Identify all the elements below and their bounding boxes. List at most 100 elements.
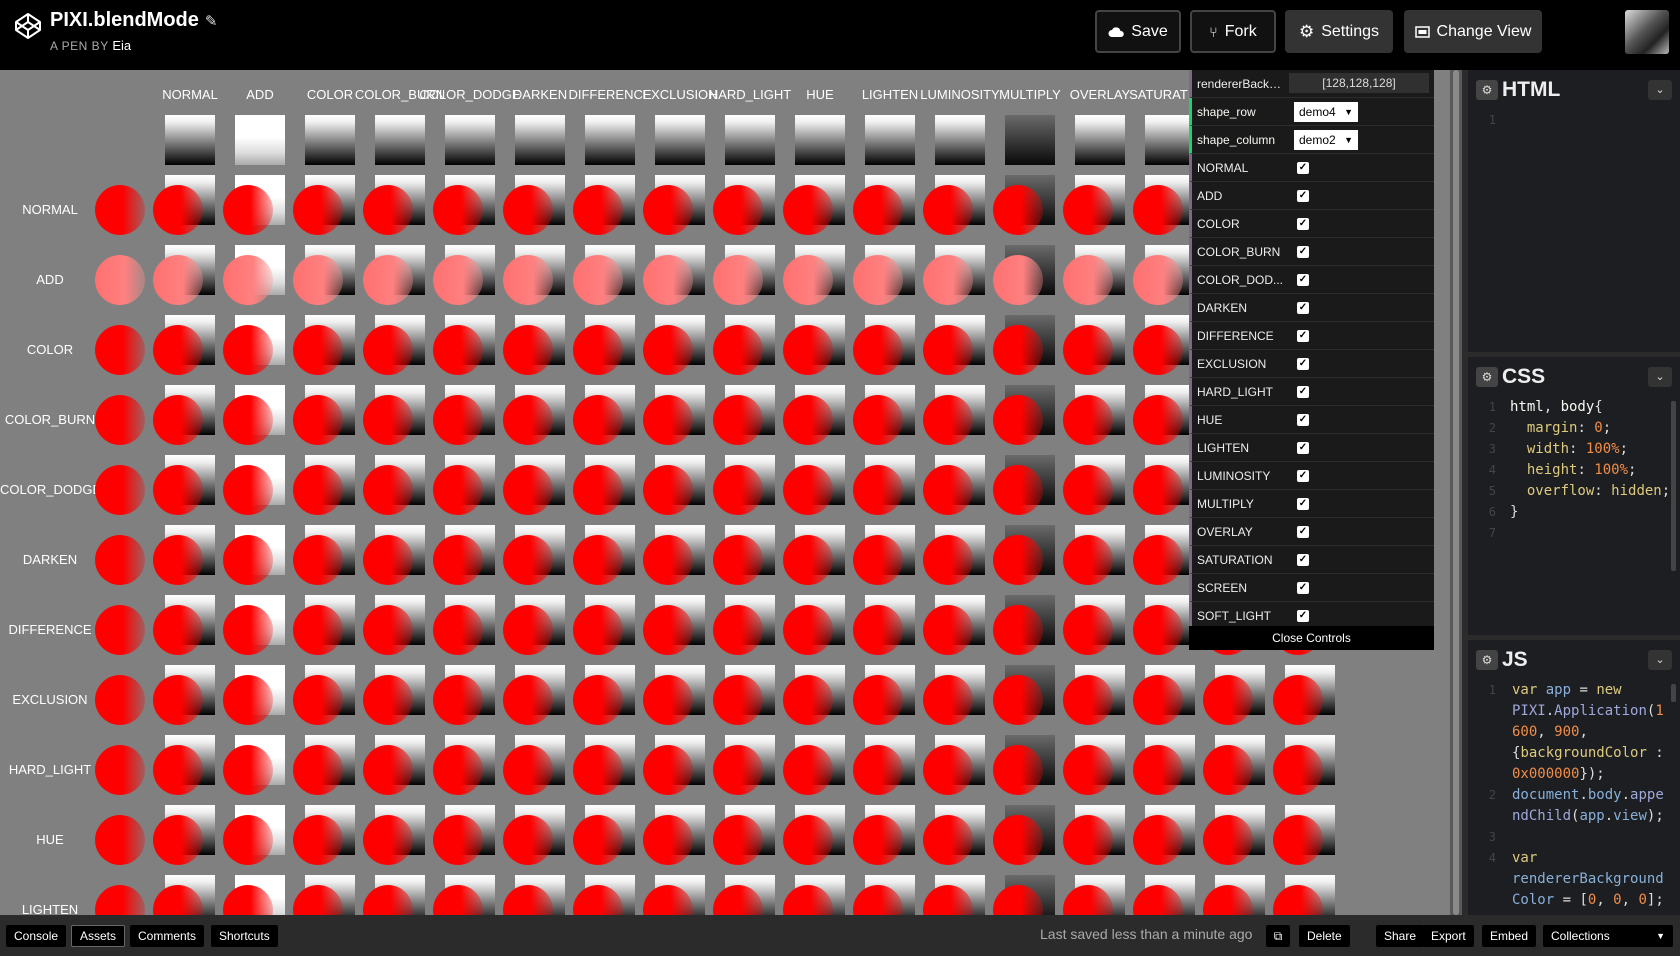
blend-cell-disc [293, 465, 343, 515]
checkbox-checked-icon[interactable]: ✓ [1297, 414, 1309, 426]
blend-cell-disc [293, 395, 343, 445]
red-disc-sample [95, 675, 145, 725]
js-editor-title: JS [1502, 648, 1528, 671]
save-button[interactable]: Save [1095, 10, 1181, 53]
blend-cell-disc [433, 605, 483, 655]
blend-cell-disc [363, 465, 413, 515]
embed-button[interactable]: Embed [1482, 925, 1537, 947]
checkbox-checked-icon[interactable]: ✓ [1297, 162, 1309, 174]
checkbox-checked-icon[interactable]: ✓ [1297, 246, 1309, 258]
checkbox-checked-icon[interactable]: ✓ [1297, 274, 1309, 286]
blend-cell-disc [223, 605, 273, 655]
checkbox-checked-icon[interactable]: ✓ [1297, 582, 1309, 594]
checkbox-checked-icon[interactable]: ✓ [1297, 302, 1309, 314]
blend-cell-disc [293, 605, 343, 655]
external-link-icon[interactable]: ⧉ [1266, 925, 1290, 947]
collections-label: Collections [1551, 929, 1610, 943]
blend-cell-disc [223, 815, 273, 865]
blend-cell-disc [573, 465, 623, 515]
checkbox-checked-icon[interactable]: ✓ [1297, 358, 1309, 370]
change-view-button[interactable]: Change View [1404, 10, 1542, 53]
layout-icon [1414, 25, 1430, 38]
close-controls-button[interactable]: Close Controls [1189, 626, 1434, 650]
blend-cell-disc [1063, 815, 1113, 865]
delete-button[interactable]: Delete [1299, 925, 1350, 947]
user-avatar[interactable] [1625, 10, 1669, 54]
blend-cell-disc [713, 395, 763, 445]
blend-cell-disc [1133, 325, 1183, 375]
row-header: COLOR_BURN [4, 412, 96, 427]
blend-toggle-label: COLOR_DOD... [1197, 273, 1284, 287]
checkbox-checked-icon[interactable]: ✓ [1297, 442, 1309, 454]
blend-toggle-label: SATURATION [1197, 553, 1273, 567]
blend-cell-disc [223, 395, 273, 445]
gradient-sample [865, 115, 915, 165]
pencil-icon[interactable]: ✎ [205, 13, 218, 30]
blend-cell-disc [853, 745, 903, 795]
css-scrollbar[interactable] [1671, 401, 1676, 571]
blend-cell-disc [363, 815, 413, 865]
author-link[interactable]: Eia [112, 38, 131, 53]
html-settings-gear-icon[interactable]: ⚙ [1476, 80, 1498, 100]
blend-cell-disc [153, 465, 203, 515]
blend-cell-disc [993, 745, 1043, 795]
blend-cell-disc [573, 815, 623, 865]
shape-column-select[interactable]: demo2 [1294, 130, 1358, 150]
settings-label: Settings [1321, 22, 1380, 40]
collections-button[interactable]: Collections ▼ [1543, 925, 1673, 947]
settings-button[interactable]: ⚙ Settings [1285, 10, 1393, 53]
css-chevron-down-icon[interactable]: ⌄ [1648, 367, 1672, 387]
export-button[interactable]: Export [1423, 925, 1474, 947]
blend-cell-disc [1063, 465, 1113, 515]
checkbox-checked-icon[interactable]: ✓ [1297, 330, 1309, 342]
blend-cell-disc [1133, 535, 1183, 585]
blend-cell-disc [363, 325, 413, 375]
renderer-background-input[interactable]: [128,128,128] [1289, 73, 1429, 93]
js-scrollbar[interactable] [1671, 684, 1676, 702]
checkbox-checked-icon[interactable]: ✓ [1297, 386, 1309, 398]
blend-toggle-row: DIFFERENCE ✓ [1189, 322, 1434, 350]
html-editor-title: HTML [1502, 78, 1561, 101]
row-header: HARD_LIGHT [8, 762, 92, 777]
checkbox-checked-icon[interactable]: ✓ [1297, 610, 1309, 622]
row-header: HUE [36, 832, 64, 847]
blend-cell-disc [713, 745, 763, 795]
row-header: DARKEN [22, 552, 78, 567]
blend-toggle-row: LUMINOSITY ✓ [1189, 462, 1434, 490]
checkbox-checked-icon[interactable]: ✓ [1297, 470, 1309, 482]
shortcuts-button[interactable]: Shortcuts [211, 925, 278, 947]
checkbox-checked-icon[interactable]: ✓ [1297, 526, 1309, 538]
blend-cell-disc [433, 745, 483, 795]
html-chevron-down-icon[interactable]: ⌄ [1648, 80, 1672, 100]
console-button[interactable]: Console [6, 925, 67, 947]
pen-title[interactable]: PIXI.blendMode ✎ [50, 9, 217, 32]
blend-cell-disc [783, 745, 833, 795]
blend-cell-disc [1133, 675, 1183, 725]
blend-cell-disc [643, 605, 693, 655]
blend-cell-disc [433, 815, 483, 865]
shape-row-select[interactable]: demo4 [1294, 102, 1358, 122]
blend-toggle-label: COLOR_BURN [1197, 245, 1281, 259]
preview-scrollbar[interactable] [1450, 70, 1462, 915]
fork-button[interactable]: ⑂ Fork [1190, 10, 1276, 53]
js-settings-gear-icon[interactable]: ⚙ [1476, 650, 1498, 670]
blend-cell-disc [853, 465, 903, 515]
js-chevron-down-icon[interactable]: ⌄ [1648, 650, 1672, 670]
checkbox-checked-icon[interactable]: ✓ [1297, 190, 1309, 202]
comments-button[interactable]: Comments [130, 925, 205, 947]
share-button[interactable]: Share [1376, 925, 1425, 947]
blend-cell-disc [993, 605, 1043, 655]
codepen-logo-icon[interactable] [14, 12, 42, 40]
shape-row-row: shape_row demo4 [1189, 98, 1434, 126]
checkbox-checked-icon[interactable]: ✓ [1297, 554, 1309, 566]
checkbox-checked-icon[interactable]: ✓ [1297, 498, 1309, 510]
line-number: 1 [1488, 113, 1496, 127]
blend-cell-disc [853, 255, 903, 305]
blend-cell-disc [1133, 395, 1183, 445]
header-bar: PIXI.blendMode ✎ A PEN BY Eia Save ⑂ Fork… [0, 0, 1680, 65]
blend-toggle-row: MULTIPLY ✓ [1189, 490, 1434, 518]
blend-cell-disc [923, 325, 973, 375]
checkbox-checked-icon[interactable]: ✓ [1297, 218, 1309, 230]
css-settings-gear-icon[interactable]: ⚙ [1476, 367, 1498, 387]
assets-button[interactable]: Assets [71, 925, 126, 947]
